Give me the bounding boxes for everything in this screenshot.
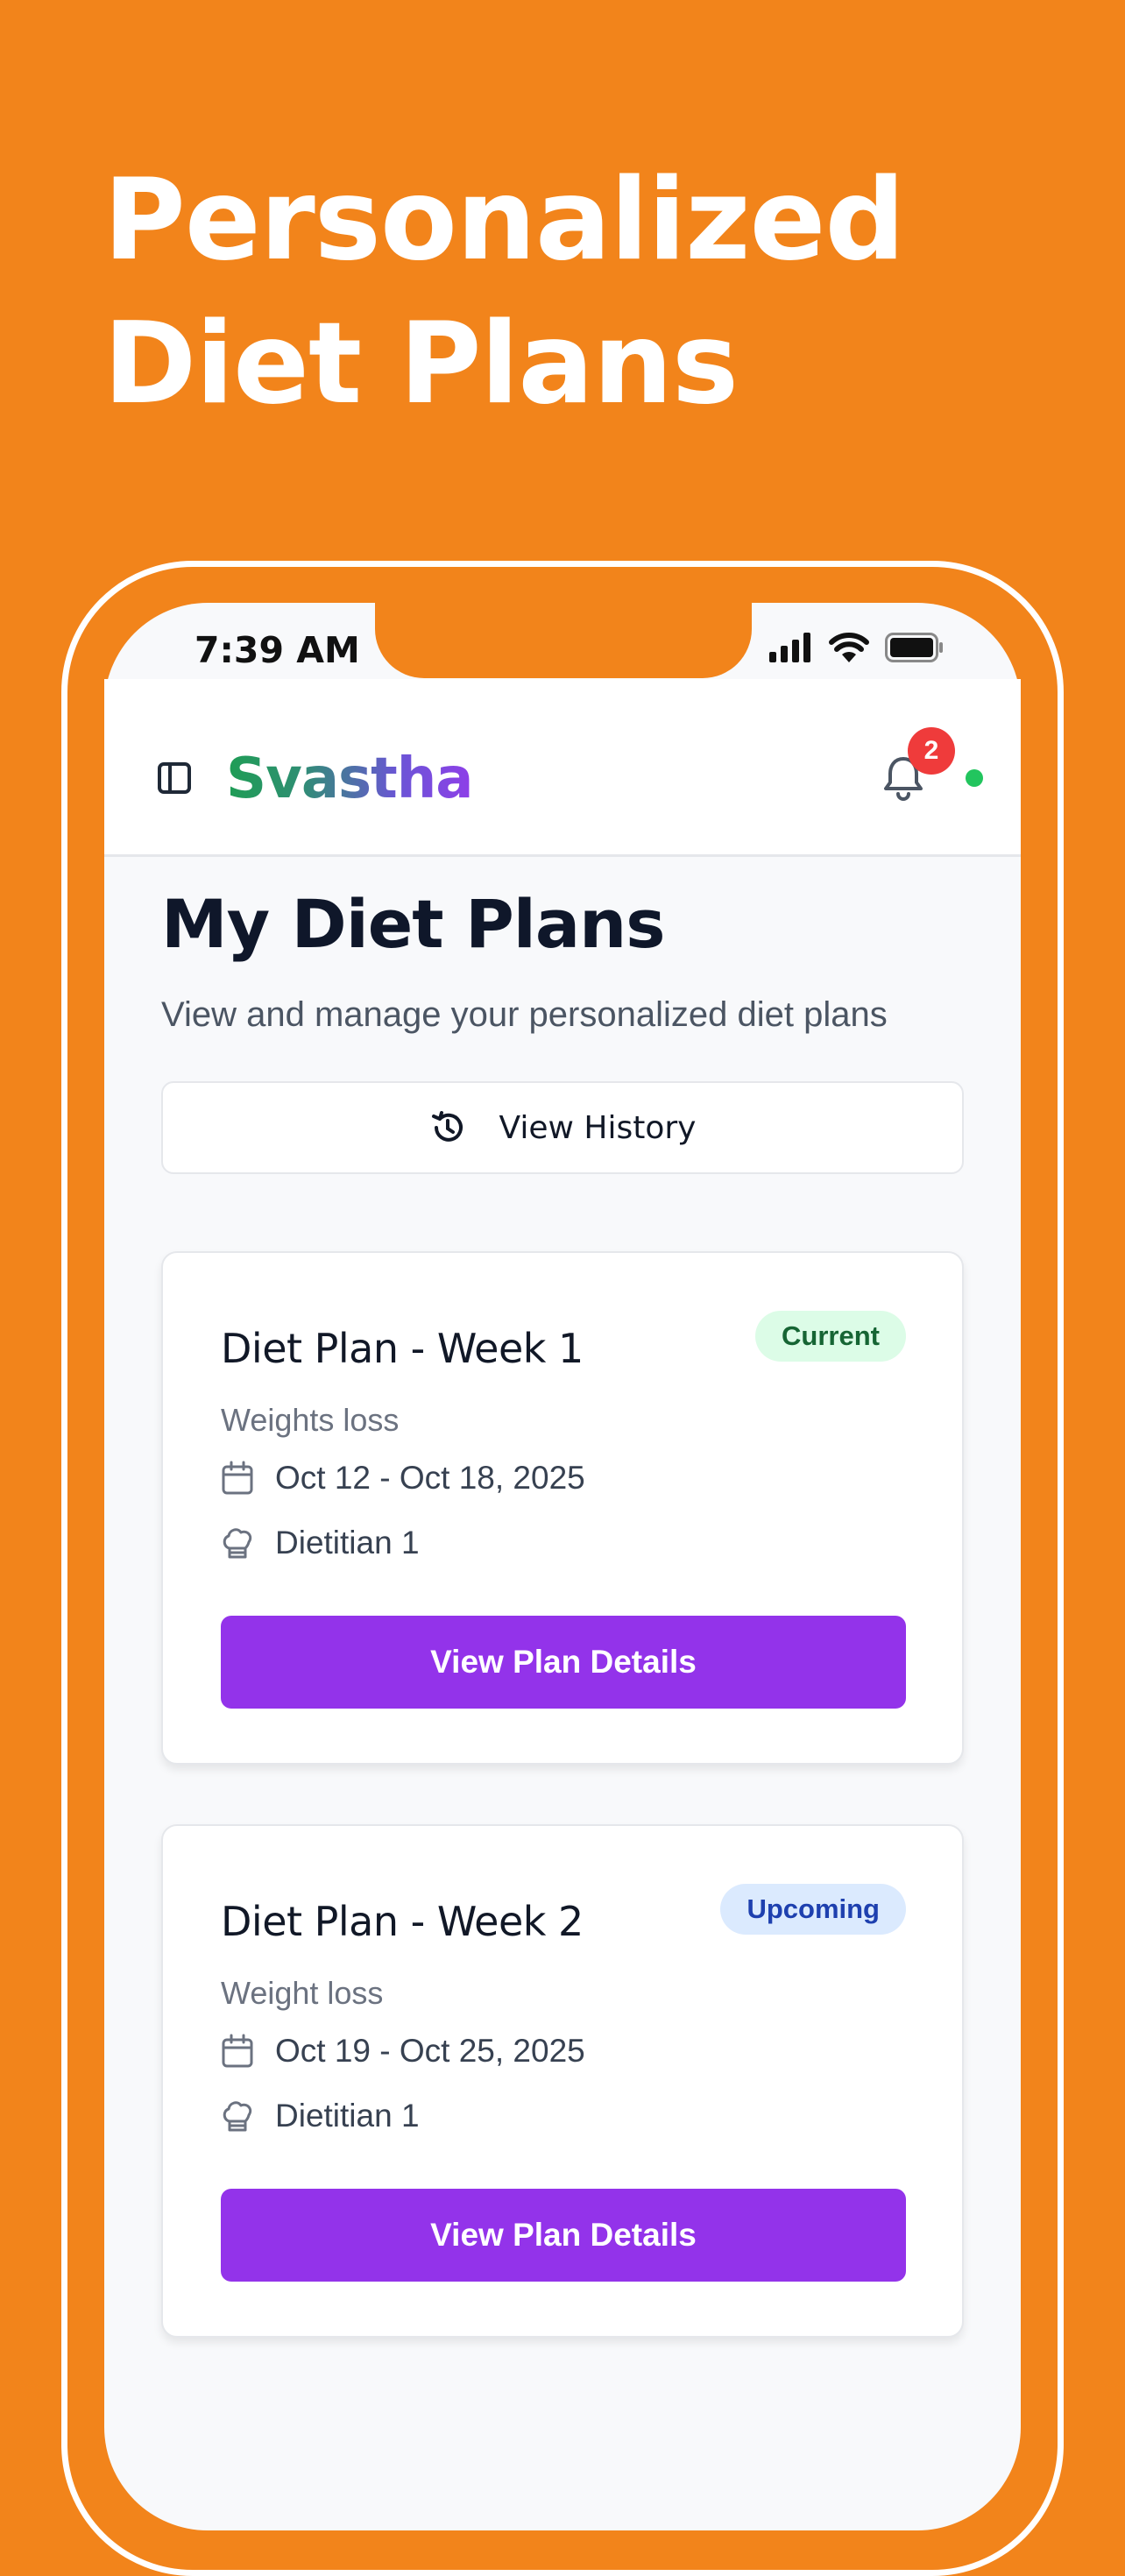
plan-dates-row: Oct 19 - Oct 25, 2025 xyxy=(221,2033,585,2070)
plan-dates: Oct 12 - Oct 18, 2025 xyxy=(275,1460,585,1496)
status-badge: Upcoming xyxy=(720,1884,906,1935)
calendar-icon xyxy=(222,2034,253,2068)
plan-dates-row: Oct 12 - Oct 18, 2025 xyxy=(221,1460,585,1497)
status-icons xyxy=(769,633,945,662)
signal-icon xyxy=(769,633,810,662)
plan-goal: Weight loss xyxy=(221,1975,384,2011)
view-history-label: View History xyxy=(499,1109,697,1146)
chef-hat-icon xyxy=(223,1528,252,1559)
plan-title: Diet Plan - Week 1 xyxy=(221,1325,584,1372)
wifi-icon xyxy=(829,633,869,662)
status-badge: Current xyxy=(755,1311,906,1362)
phone-notch xyxy=(375,603,752,678)
promo-headline: Personalized Diet Plans xyxy=(103,149,905,436)
headline-line-2: Diet Plans xyxy=(103,299,739,429)
sidebar-toggle-icon[interactable] xyxy=(158,762,191,794)
page-title: My Diet Plans xyxy=(161,885,665,963)
plan-dates: Oct 19 - Oct 25, 2025 xyxy=(275,2033,585,2069)
diet-plan-card: Diet Plan - Week 2 Upcoming Weight loss … xyxy=(161,1824,964,2338)
plan-goal: Weights loss xyxy=(221,1402,400,1438)
battery-icon xyxy=(885,633,943,662)
online-status-dot xyxy=(966,769,983,787)
notification-count-badge: 2 xyxy=(908,727,955,775)
plan-dietitian-row: Dietitian 1 xyxy=(221,1525,420,1561)
page-subtitle: View and manage your personalized diet p… xyxy=(161,995,888,1034)
calendar-icon xyxy=(222,1461,253,1495)
diet-plan-card: Diet Plan - Week 1 Current Weights loss … xyxy=(161,1251,964,1765)
headline-line-1: Personalized xyxy=(103,155,905,286)
status-time: 7:39 AM xyxy=(195,629,360,671)
view-plan-details-button[interactable]: View Plan Details xyxy=(221,2189,906,2282)
plan-dietitian: Dietitian 1 xyxy=(275,2098,420,2134)
brand-logo[interactable]: Svastha xyxy=(226,747,473,811)
plan-title: Diet Plan - Week 2 xyxy=(221,1898,584,1945)
plan-dietitian-row: Dietitian 1 xyxy=(221,2098,420,2134)
chef-hat-icon xyxy=(223,2101,252,2132)
plan-dietitian: Dietitian 1 xyxy=(275,1525,420,1560)
view-plan-details-button[interactable]: View Plan Details xyxy=(221,1616,906,1709)
history-icon xyxy=(431,1111,463,1142)
view-history-button[interactable]: View History xyxy=(161,1081,964,1174)
